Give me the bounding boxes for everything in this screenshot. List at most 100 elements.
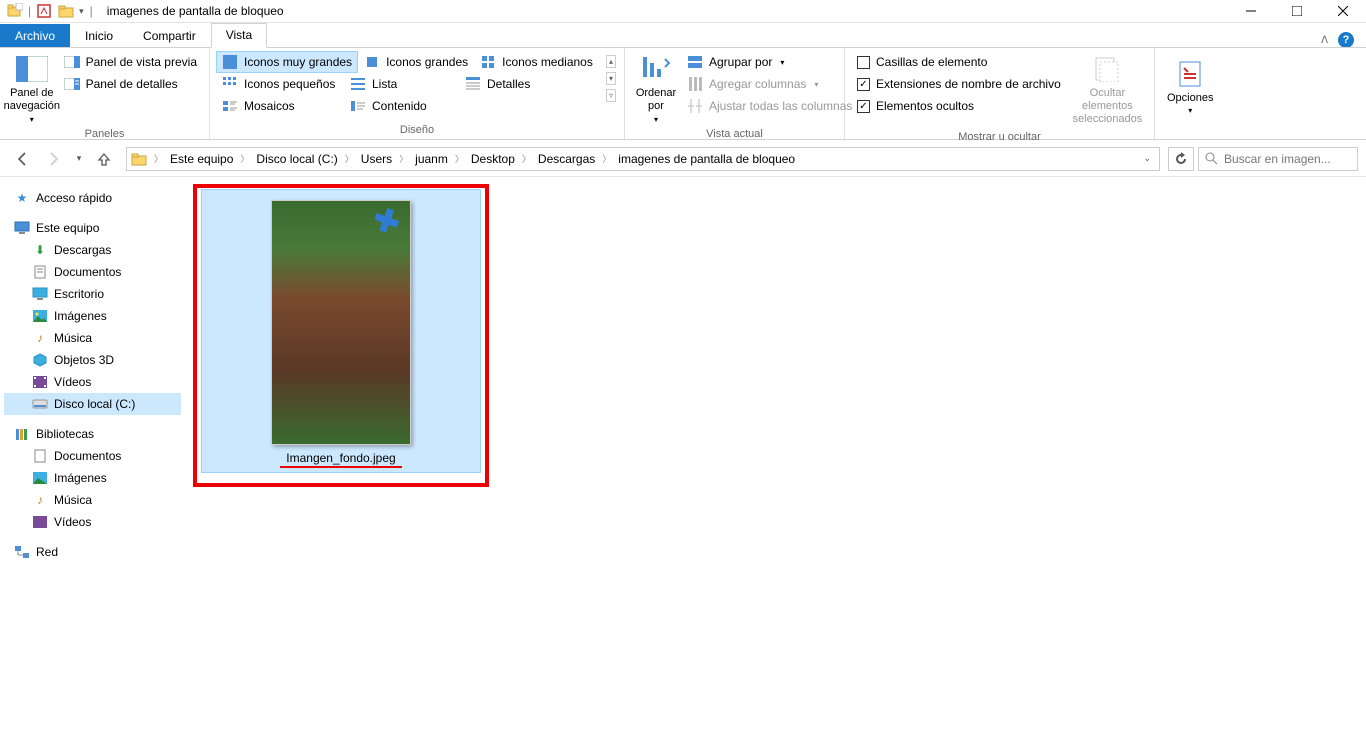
close-button[interactable]: [1320, 0, 1366, 23]
tab-compartir[interactable]: Compartir: [128, 24, 211, 48]
breadcrumb[interactable]: Disco local (C:): [254, 152, 339, 166]
size-columns-icon: [687, 98, 703, 114]
collapse-ribbon-icon[interactable]: ᐱ: [1321, 35, 1328, 46]
chevron-down-icon: ▾: [1188, 106, 1192, 115]
pc-icon: [14, 220, 30, 236]
address-bar[interactable]: 〉 Este equipo〉 Disco local (C:)〉 Users〉 …: [126, 147, 1160, 171]
chevron-down-icon: ▾: [780, 58, 784, 67]
file-extensions-toggle[interactable]: Extensiones de nombre de archivo: [851, 73, 1067, 95]
sidebar-item-pictures[interactable]: Imágenes: [4, 305, 181, 327]
breadcrumb[interactable]: Este equipo: [168, 152, 235, 166]
sidebar-item-videos[interactable]: Vídeos: [4, 371, 181, 393]
breadcrumb[interactable]: Users: [359, 152, 394, 166]
view-small-icons[interactable]: Iconos pequeños: [216, 73, 344, 95]
refresh-button[interactable]: [1168, 147, 1194, 171]
tab-vista[interactable]: Vista: [211, 23, 267, 48]
minimize-button[interactable]: [1228, 0, 1274, 23]
sidebar-item-documents[interactable]: Documentos: [4, 261, 181, 283]
help-icon[interactable]: ?: [1338, 32, 1354, 48]
chevron-right-icon[interactable]: 〉: [237, 152, 252, 165]
chevron-right-icon[interactable]: 〉: [342, 152, 357, 165]
breadcrumb[interactable]: Descargas: [536, 152, 597, 166]
group-by-button[interactable]: Agrupar por▾: [681, 51, 858, 73]
view-list[interactable]: Lista: [344, 73, 459, 95]
view-extra-large-icons[interactable]: Iconos muy grandes: [216, 51, 358, 73]
hide-icon: [1091, 53, 1123, 85]
new-folder-icon[interactable]: [6, 2, 24, 20]
sort-by-button[interactable]: Ordenar por▾: [631, 51, 681, 126]
preview-pane-button[interactable]: Panel de vista previa: [58, 51, 203, 73]
sidebar-item-music[interactable]: ♪Música: [4, 327, 181, 349]
music-icon: ♪: [32, 492, 48, 508]
breadcrumb[interactable]: Desktop: [469, 152, 517, 166]
qat-dropdown-icon[interactable]: ▾: [79, 6, 84, 17]
details-pane-button[interactable]: Panel de detalles: [58, 73, 203, 95]
breadcrumb[interactable]: juanm: [413, 152, 450, 166]
content-icon: [350, 98, 366, 114]
tab-inicio[interactable]: Inicio: [70, 24, 128, 48]
ribbon-help: ᐱ ?: [1321, 32, 1366, 48]
large-icons-icon: [364, 54, 380, 70]
sidebar-item-lib-documents[interactable]: Documentos: [4, 445, 181, 467]
tab-file[interactable]: Archivo: [0, 24, 70, 48]
qat-separator: |: [28, 4, 31, 18]
sidebar-item-libraries[interactable]: Bibliotecas: [4, 423, 181, 445]
sidebar-item-downloads[interactable]: ⬇Descargas: [4, 239, 181, 261]
view-large-icons[interactable]: Iconos grandes: [358, 51, 474, 73]
search-placeholder: Buscar en imagen...: [1224, 152, 1331, 166]
sidebar-item-lib-pictures[interactable]: Imágenes: [4, 467, 181, 489]
folder-icon[interactable]: [57, 2, 75, 20]
navigation-pane-button[interactable]: Panel de navegación ▾: [6, 51, 58, 126]
hidden-items-toggle[interactable]: Elementos ocultos: [851, 95, 1067, 117]
view-medium-icons[interactable]: Iconos medianos: [474, 51, 599, 73]
disk-icon: [32, 396, 48, 412]
preview-pane-icon: [64, 54, 80, 70]
ribbon: Panel de navegación ▾ Panel de vista pre…: [0, 47, 1366, 140]
sidebar-item-lib-videos[interactable]: Vídeos: [4, 511, 181, 533]
title-bar: | ▾ | imagenes de pantalla de bloqueo: [0, 0, 1366, 23]
chevron-right-icon[interactable]: 〉: [396, 152, 411, 165]
add-columns-button[interactable]: Agregar columnas▾: [681, 73, 858, 95]
chevron-right-icon[interactable]: 〉: [519, 152, 534, 165]
sidebar-item-network[interactable]: Red: [4, 541, 181, 563]
medium-icons-icon: [480, 54, 496, 70]
properties-icon[interactable]: [35, 2, 53, 20]
sidebar-item-3d-objects[interactable]: Objetos 3D: [4, 349, 181, 371]
up-button[interactable]: [90, 147, 118, 171]
ribbon-group-vista-actual: Ordenar por▾ Agrupar por▾ Agregar column…: [625, 48, 845, 139]
file-list-area[interactable]: Imangen_fondo.jpeg: [185, 177, 1366, 729]
file-item[interactable]: Imangen_fondo.jpeg: [201, 189, 481, 473]
view-details[interactable]: Detalles: [459, 73, 536, 95]
chevron-right-icon[interactable]: 〉: [599, 152, 614, 165]
sidebar-item-desktop[interactable]: Escritorio: [4, 283, 181, 305]
chevron-down-icon: ▾: [814, 80, 818, 89]
navigation-pane-icon: [16, 53, 48, 85]
star-icon: ★: [14, 190, 30, 206]
address-dropdown-icon[interactable]: ⌄: [1137, 153, 1157, 164]
sidebar-item-lib-music[interactable]: ♪Música: [4, 489, 181, 511]
chevron-right-icon[interactable]: 〉: [452, 152, 467, 165]
recent-locations-button[interactable]: ▾: [72, 147, 86, 171]
sidebar-item-quick-access[interactable]: ★Acceso rápido: [4, 187, 181, 209]
file-name-label[interactable]: Imangen_fondo.jpeg: [280, 451, 401, 468]
view-tiles[interactable]: Mosaicos: [216, 95, 344, 117]
chevron-right-icon[interactable]: 〉: [151, 152, 166, 165]
scroll-down-icon[interactable]: ▾: [606, 72, 616, 85]
back-button[interactable]: [8, 147, 36, 171]
window-title: imagenes de pantalla de bloqueo: [107, 4, 284, 18]
size-columns-button[interactable]: Ajustar todas las columnas: [681, 95, 858, 117]
expand-gallery-icon[interactable]: ▿: [606, 89, 616, 102]
qat-separator: |: [90, 4, 93, 18]
sidebar-item-this-pc[interactable]: Este equipo: [4, 217, 181, 239]
search-input[interactable]: Buscar en imagen...: [1198, 147, 1358, 171]
options-button[interactable]: Opciones▾: [1161, 51, 1219, 122]
checkbox-checked-icon: [857, 78, 870, 91]
item-checkboxes-toggle[interactable]: Casillas de elemento: [851, 51, 1067, 73]
scroll-up-icon[interactable]: ▴: [606, 55, 616, 68]
maximize-button[interactable]: [1274, 0, 1320, 23]
hide-selected-button[interactable]: Ocultar elementos seleccionados: [1067, 51, 1148, 129]
breadcrumb[interactable]: imagenes de pantalla de bloqueo: [616, 152, 797, 166]
view-content[interactable]: Contenido: [344, 95, 433, 117]
forward-button[interactable]: [40, 147, 68, 171]
sidebar-item-local-disk[interactable]: Disco local (C:): [4, 393, 181, 415]
